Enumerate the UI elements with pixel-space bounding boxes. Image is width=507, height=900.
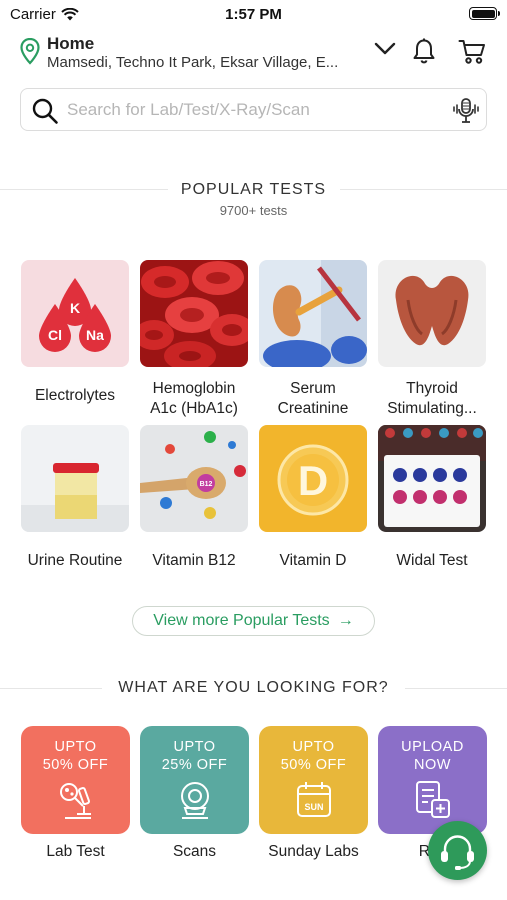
category-label: Scans — [172, 843, 217, 860]
mri-scanner-icon — [181, 782, 209, 819]
cart-icon[interactable] — [458, 38, 486, 65]
test-label: Vitamin B12 — [152, 552, 236, 569]
vitamin-d-mark: D — [298, 457, 328, 504]
offer-text: UPTO 25% OFF — [140, 726, 249, 774]
app-header: Home Mamsedi, Techno It Park, Eksar Vill… — [0, 32, 507, 76]
test-card-vitamin-b12[interactable]: B12 Vitamin B12 — [140, 425, 248, 571]
offer-line-2: 50% OFF — [42, 757, 109, 773]
location-pin-icon[interactable] — [20, 38, 40, 65]
support-chat-button[interactable] — [428, 821, 487, 880]
category-sunday-labs[interactable]: UPTO 50% OFF SUN Sunday Labs — [259, 726, 368, 861]
upload-card[interactable]: UPLOAD NOW — [378, 726, 487, 834]
potassium-symbol: K — [70, 300, 80, 316]
category-label: Lab Test — [46, 843, 105, 860]
voice-search-mic-icon[interactable] — [451, 96, 481, 126]
offer-text: UPTO 50% OFF — [259, 726, 368, 774]
location-address[interactable]: Mamsedi, Techno It Park, Eksar Village, … — [47, 54, 367, 71]
search-input[interactable] — [67, 97, 437, 123]
search-bar[interactable] — [20, 88, 487, 131]
category-lab-test[interactable]: UPTO 50% OFF Lab Test — [21, 726, 130, 861]
hemoglobin-image — [140, 260, 248, 367]
test-label: Thyroid Stimulating... — [387, 380, 477, 417]
test-label: Electrolytes — [34, 387, 116, 404]
electrolytes-image: K Cl Na — [21, 260, 129, 367]
view-more-label: View more Popular Tests — [153, 612, 330, 629]
calendar-icon: SUN — [297, 782, 331, 817]
urine-sample-image — [21, 425, 129, 532]
offer-line-2: 25% OFF — [161, 757, 228, 773]
search-icon — [32, 98, 58, 124]
thyroid-image — [378, 260, 486, 367]
offer-line-1: UPTO — [173, 739, 216, 755]
category-scans[interactable]: UPTO 25% OFF Scans — [140, 726, 249, 861]
offer-line-1: UPLOAD — [401, 739, 464, 755]
popular-tests-title: POPULAR TESTS — [180, 181, 327, 198]
popular-tests-count: 9700+ tests — [219, 203, 288, 218]
chevron-down-icon[interactable] — [374, 42, 396, 56]
test-card-widal[interactable]: Widal Test — [378, 425, 486, 571]
test-card-hba1c[interactable]: Hemoglobin A1c (HbA1c) — [140, 260, 248, 419]
offer-line-2: NOW — [414, 757, 451, 773]
sunday-labs-card[interactable]: UPTO 50% OFF SUN — [259, 726, 368, 834]
test-label: Vitamin D — [279, 552, 347, 569]
clock: 1:57 PM — [225, 6, 282, 23]
prescription-upload-icon — [416, 781, 450, 818]
battery-icon — [469, 7, 500, 20]
test-card-urine-routine[interactable]: Urine Routine — [21, 425, 129, 571]
offer-text: UPLOAD NOW — [378, 726, 487, 774]
offer-line-2: 50% OFF — [280, 757, 347, 773]
vitamin-b12-image: B12 — [140, 425, 248, 532]
location-title[interactable]: Home — [47, 34, 94, 54]
offer-text: UPTO 50% OFF — [21, 726, 130, 774]
test-card-thyroid[interactable]: Thyroid Stimulating... — [378, 260, 486, 419]
test-card-vitamin-d[interactable]: D Vitamin D — [259, 425, 367, 571]
sodium-symbol: Na — [86, 327, 104, 343]
vitamin-d-image: D — [259, 425, 367, 532]
test-label: Urine Routine — [27, 552, 123, 569]
vitamin-b12-mark: B12 — [200, 481, 213, 488]
scans-card[interactable]: UPTO 25% OFF — [140, 726, 249, 834]
category-label: Sunday Labs — [268, 843, 359, 860]
test-card-electrolytes[interactable]: K Cl Na Electrolytes — [21, 260, 129, 406]
offer-line-1: UPTO — [292, 739, 335, 755]
arrow-right-icon: → — [337, 612, 354, 629]
status-bar: Carrier 1:57 PM — [0, 0, 507, 28]
test-label: Hemoglobin A1c (HbA1c) — [150, 380, 238, 417]
microscope-icon — [60, 783, 91, 819]
bell-icon[interactable] — [412, 38, 436, 65]
test-label: Serum Creatinine — [277, 380, 349, 417]
view-more-popular-tests-button[interactable]: View more Popular Tests → — [132, 606, 375, 636]
headset-icon — [441, 835, 474, 870]
lab-test-card[interactable]: UPTO 50% OFF — [21, 726, 130, 834]
test-label: Widal Test — [396, 552, 468, 569]
offer-line-1: UPTO — [54, 739, 97, 755]
widal-test-image — [378, 425, 486, 532]
calendar-day-mark: SUN — [304, 802, 323, 812]
test-card-serum-creatinine[interactable]: Serum Creatinine — [259, 260, 367, 419]
kidney-image — [259, 260, 367, 367]
chloride-symbol: Cl — [48, 327, 62, 343]
looking-for-title: WHAT ARE YOU LOOKING FOR? — [118, 679, 389, 696]
